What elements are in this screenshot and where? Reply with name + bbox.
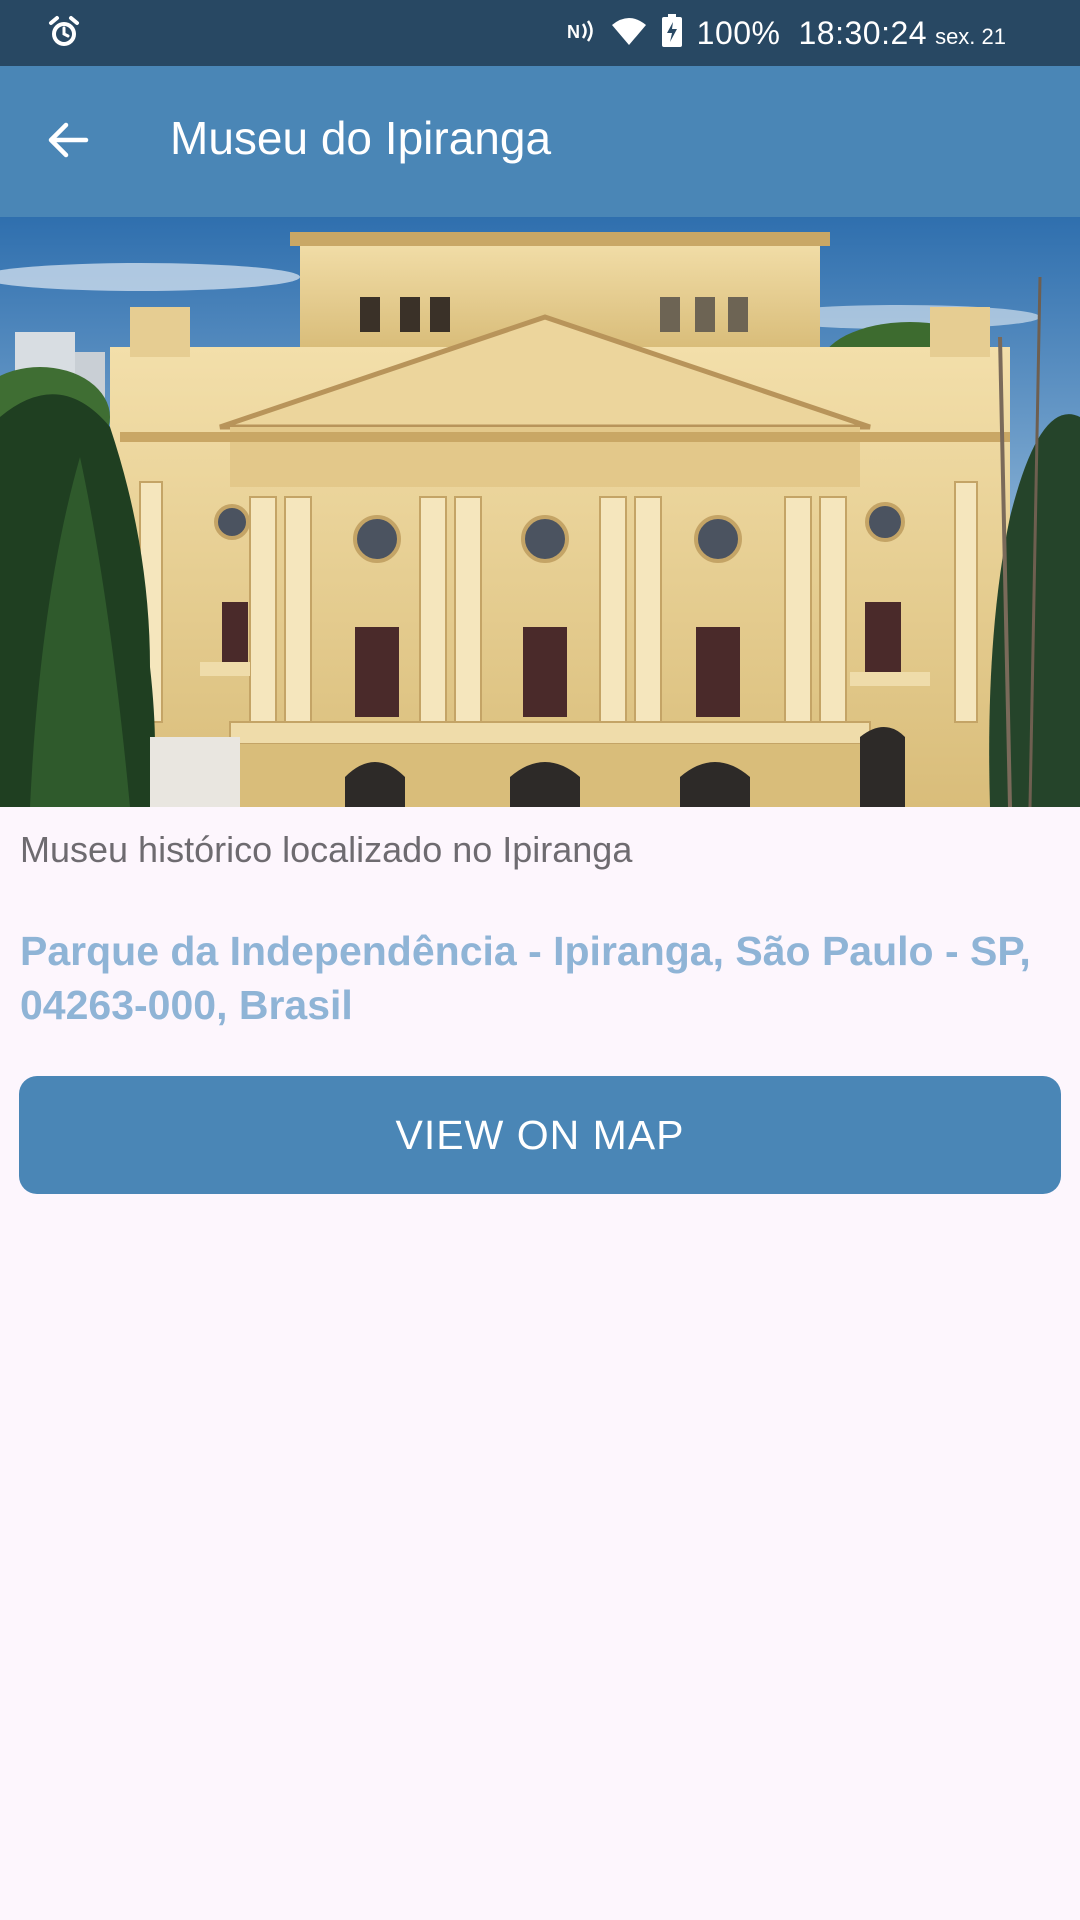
clock-date: sex. 21: [935, 24, 1006, 49]
battery-charging-icon: [661, 13, 683, 53]
svg-text:N: N: [567, 22, 580, 42]
arrow-back-icon: [48, 122, 89, 158]
museum-building-photo: [0, 217, 1080, 807]
alarm-clock-icon: [48, 14, 80, 50]
app-bar: Museu do Ipiranga: [0, 66, 1080, 217]
page-title: Museu do Ipiranga: [170, 112, 552, 164]
nfc-icon: N: [567, 16, 597, 51]
battery-percent: 100%: [696, 14, 781, 51]
back-button[interactable]: [36, 108, 100, 172]
view-on-map-button[interactable]: VIEW ON MAP: [19, 1076, 1061, 1194]
place-description: Museu histórico localizado no Ipiranga: [20, 829, 633, 870]
wifi-icon: [611, 16, 647, 51]
clock-time: 18:30:24: [798, 14, 928, 51]
place-address-link[interactable]: Parque da Independência - Ipiranga, São …: [20, 924, 1060, 1032]
status-bar: N 100% 18:30:24 sex. 21: [0, 0, 1080, 66]
status-indicators: N 100% 18:30:24 sex. 21: [567, 0, 1006, 66]
